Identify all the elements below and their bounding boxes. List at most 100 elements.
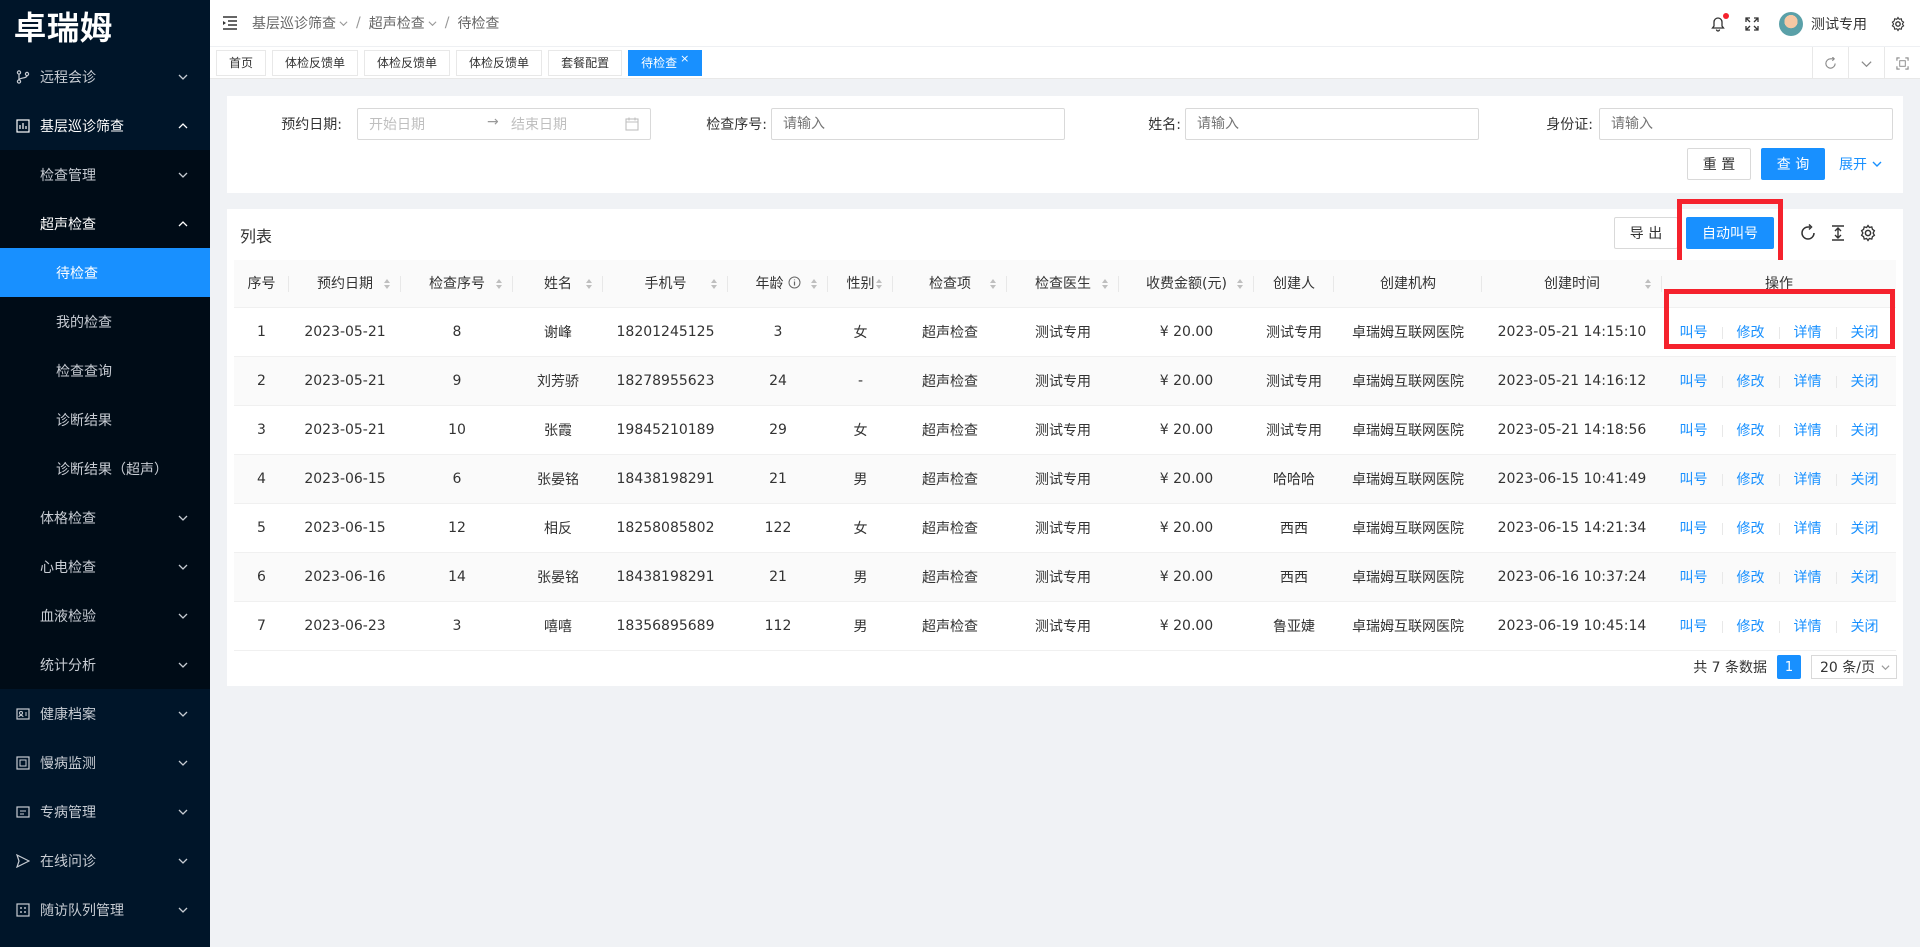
detail-button[interactable]: 详情	[1794, 472, 1822, 488]
page-size-select[interactable]: 20 条/页	[1811, 655, 1897, 679]
sidebar-item-chronic-monitor[interactable]: 慢病监测	[0, 738, 210, 787]
id-card-label: 身份证:	[1546, 117, 1593, 133]
col-header[interactable]: 性别	[828, 260, 893, 308]
tab-home[interactable]: 首页	[216, 49, 267, 76]
detail-button[interactable]: 详情	[1794, 570, 1822, 586]
end-date-input[interactable]: 结束日期	[511, 114, 567, 134]
close-icon[interactable]: ×	[680, 52, 689, 65]
sidebar-item-disease-management[interactable]: 专病管理	[0, 787, 210, 836]
maximize-button[interactable]	[1884, 47, 1920, 79]
date-range-picker[interactable]: 开始日期	[357, 108, 651, 140]
edit-button[interactable]: 修改	[1737, 521, 1765, 537]
sidebar-item-pending-exam[interactable]: 待检查	[0, 248, 210, 297]
close-button[interactable]: 关闭	[1851, 521, 1879, 537]
call-button[interactable]: 叫号	[1680, 521, 1708, 537]
breadcrumb-item[interactable]: 基层巡诊筛查	[252, 13, 348, 33]
edit-button[interactable]: 修改	[1737, 374, 1765, 390]
export-button[interactable]: 导 出	[1614, 217, 1678, 249]
fullscreen-icon[interactable]	[1744, 16, 1760, 32]
column-height-icon[interactable]	[1829, 224, 1847, 242]
edit-button[interactable]: 修改	[1737, 472, 1765, 488]
call-button[interactable]: 叫号	[1680, 423, 1708, 439]
menu-fold-icon[interactable]	[222, 16, 238, 30]
edit-button[interactable]: 修改	[1737, 423, 1765, 439]
name-input[interactable]	[1185, 108, 1479, 140]
detail-button[interactable]: 详情	[1794, 325, 1822, 341]
sidebar-item-online-consult[interactable]: 在线问诊	[0, 836, 210, 885]
tabs-actions	[1812, 47, 1920, 79]
sort-icon	[1102, 279, 1108, 289]
sidebar-item-health-records[interactable]: 健康档案	[0, 689, 210, 738]
sidebar-item-followup-queue[interactable]: 随访队列管理	[0, 885, 210, 934]
close-button[interactable]: 关闭	[1851, 619, 1879, 635]
auto-call-button[interactable]: 自动叫号	[1686, 217, 1774, 249]
reload-icon[interactable]	[1799, 223, 1817, 242]
sidebar-item-ecg[interactable]: 心电检查	[0, 542, 210, 591]
tab-feedback-2[interactable]: 体检反馈单	[364, 49, 451, 76]
sidebar-item-statistics[interactable]: 统计分析	[0, 640, 210, 689]
col-header[interactable]: 检查序号	[401, 260, 513, 308]
detail-button[interactable]: 详情	[1794, 619, 1822, 635]
close-button[interactable]: 关闭	[1851, 374, 1879, 390]
col-header[interactable]: 手机号	[603, 260, 728, 308]
chevron-down-icon	[178, 515, 188, 521]
arrow-right-icon: →	[487, 114, 499, 130]
username[interactable]: 测试专用	[1811, 14, 1867, 34]
refresh-tab-button[interactable]	[1812, 47, 1848, 79]
sidebar-item-grassroots-screening[interactable]: 基层巡诊筛查	[0, 101, 210, 150]
start-date-input[interactable]: 开始日期	[369, 114, 425, 134]
tab-feedback-1[interactable]: 体检反馈单	[272, 49, 359, 76]
pagination: 共 7 条数据 1 20 条/页	[1693, 655, 1897, 679]
cell-actions: 叫号 修改 详情 关闭	[1662, 601, 1896, 651]
sidebar-item-exam-management[interactable]: 检查管理	[0, 150, 210, 199]
tab-package-config[interactable]: 套餐配置	[548, 49, 623, 76]
col-header[interactable]: 年龄	[728, 260, 828, 308]
sidebar-item-ultrasound[interactable]: 超声检查	[0, 199, 210, 248]
sidebar-item-my-exams[interactable]: 我的检查	[0, 297, 210, 346]
sidebar-item-remote-consult[interactable]: 远程会诊	[0, 52, 210, 101]
avatar[interactable]	[1779, 11, 1803, 36]
cell-creator: 哈哈哈	[1254, 454, 1334, 504]
tab-pending-exam[interactable]: 待检查 ×	[628, 49, 703, 76]
col-header[interactable]: 姓名	[513, 260, 603, 308]
close-button[interactable]: 关闭	[1851, 472, 1879, 488]
col-header[interactable]: 检查医生	[1007, 260, 1119, 308]
call-button[interactable]: 叫号	[1680, 325, 1708, 341]
col-header[interactable]: 收费金额(元)	[1119, 260, 1254, 308]
breadcrumb-item[interactable]: 超声检查	[369, 13, 437, 33]
col-header[interactable]: 检查项	[893, 260, 1007, 308]
col-header[interactable]: 创建时间	[1482, 260, 1662, 308]
col-header[interactable]: 预约日期	[289, 260, 401, 308]
sidebar-item-physical-exam[interactable]: 体格检查	[0, 493, 210, 542]
close-button[interactable]: 关闭	[1851, 325, 1879, 341]
call-button[interactable]: 叫号	[1680, 570, 1708, 586]
edit-button[interactable]: 修改	[1737, 325, 1765, 341]
gear-icon[interactable]	[1859, 224, 1877, 242]
call-button[interactable]: 叫号	[1680, 374, 1708, 390]
id-card-input[interactable]	[1599, 108, 1893, 140]
gear-icon[interactable]	[1890, 16, 1906, 32]
detail-button[interactable]: 详情	[1794, 374, 1822, 390]
detail-button[interactable]: 详情	[1794, 423, 1822, 439]
bell-icon[interactable]	[1710, 12, 1729, 32]
close-button[interactable]: 关闭	[1851, 423, 1879, 439]
query-button[interactable]: 查 询	[1761, 148, 1825, 180]
tab-menu-button[interactable]	[1848, 47, 1884, 79]
seq-input[interactable]	[771, 108, 1065, 140]
call-button[interactable]: 叫号	[1680, 619, 1708, 635]
expand-toggle[interactable]: 展开	[1839, 154, 1882, 174]
edit-button[interactable]: 修改	[1737, 570, 1765, 586]
tab-feedback-3[interactable]: 体检反馈单	[456, 49, 543, 76]
sidebar-item-diagnosis-ultrasound[interactable]: 诊断结果（超声）	[0, 444, 210, 493]
sidebar-item-blood-test[interactable]: 血液检验	[0, 591, 210, 640]
call-button[interactable]: 叫号	[1680, 472, 1708, 488]
sidebar-item-exam-query[interactable]: 检查查询	[0, 346, 210, 395]
page-1-button[interactable]: 1	[1777, 655, 1802, 679]
chevron-up-icon	[178, 220, 188, 226]
detail-button[interactable]: 详情	[1794, 521, 1822, 537]
close-button[interactable]: 关闭	[1851, 570, 1879, 586]
sidebar-item-diagnosis[interactable]: 诊断结果	[0, 395, 210, 444]
edit-button[interactable]: 修改	[1737, 619, 1765, 635]
chevron-down-icon	[178, 172, 188, 178]
reset-button[interactable]: 重 置	[1687, 148, 1751, 180]
